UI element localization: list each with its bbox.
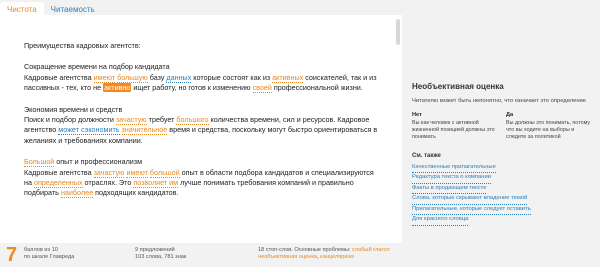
scrollbar[interactable] — [396, 19, 400, 45]
text-stats: 9 предложений 103 слова, 781 знак — [135, 247, 187, 260]
highlight-word[interactable]: Большой — [24, 157, 55, 168]
highlight-word[interactable]: зачастую — [93, 167, 125, 178]
highlight-word[interactable]: зачастую — [115, 115, 147, 126]
text-title: Преимущества кадровых агентств: — [24, 41, 141, 50]
see-also-link[interactable]: Для красного словца — [412, 215, 469, 227]
text-line: желаниях и требованиях компании. — [24, 135, 143, 145]
examples: Нет Вы как человек с активной жизненной … — [412, 112, 592, 141]
text-line: агентство может сэкономить значительное … — [24, 125, 378, 136]
example-yes: Да Вы должны это понимать, потому что вы… — [506, 111, 591, 140]
problem-link[interactable]: необъективная оценка — [258, 254, 317, 260]
highlight-word[interactable]: большую — [117, 72, 148, 83]
highlight-word[interactable]: может сэкономить — [58, 125, 120, 136]
text-line: Кадровые агентства имеют большую базу да… — [24, 72, 377, 83]
highlight-word[interactable]: активных — [272, 72, 304, 83]
stats-footer: 7 баллов из 10 по шкале Главреда 9 предл… — [0, 243, 402, 267]
highlight-word[interactable]: наиболее — [60, 188, 94, 199]
highlight-word[interactable]: значительное — [121, 125, 168, 136]
see-also-link[interactable]: Качественные прилагательные — [412, 163, 496, 174]
highlight-word[interactable]: позволяет им — [133, 178, 179, 189]
see-also-link[interactable]: Факты в продающем тексте — [412, 184, 487, 195]
text-line: пассивных - тех, кто не активно ищет раб… — [24, 83, 363, 94]
panel-description: Читателю может быть непонятно, что означ… — [412, 98, 586, 104]
score-label: баллов из 10 по шкале Главреда — [24, 247, 75, 260]
highlight-word[interactable]: данных — [166, 72, 192, 83]
highlight-word[interactable]: своей — [252, 83, 272, 94]
paragraph-heading: Сокращение времени на подбор кандидата — [24, 62, 170, 72]
see-also-link[interactable]: Слова, которые скрывают владение темой — [412, 194, 528, 205]
explanation-panel: Необъективная оценка Читателю может быть… — [412, 82, 592, 227]
see-also-link[interactable]: Прилагательные, которые следует оставить — [412, 205, 531, 216]
highlight-word[interactable]: имеют — [126, 167, 148, 178]
text-line: подбирать наиболее подходящих кандидатов… — [24, 188, 179, 199]
problem-link[interactable]: слабый глагол — [352, 247, 390, 253]
editor-text: Преимущества кадровых агентств: Сокращен… — [24, 41, 380, 199]
problem-link[interactable]: канцеляризм — [320, 254, 354, 260]
highlight-word[interactable]: большой — [149, 167, 180, 178]
text-line: Поиск и подбор должности зачастую требуе… — [24, 115, 370, 126]
example-no: Нет Вы как человек с активной жизненной … — [412, 111, 495, 140]
problems-summary: 18 стоп-слов. Основные проблемы: слабый … — [258, 247, 390, 260]
highlight-word[interactable]: большого — [176, 115, 209, 126]
see-also-heading: См. также — [412, 152, 441, 159]
see-also-link[interactable]: Редактура текста о компании — [412, 173, 491, 184]
text-line: Кадровые агентства зачастую имеют большо… — [24, 167, 374, 178]
paragraph-heading: Большой опыт и профессионализм — [24, 157, 143, 168]
selected-highlight-word[interactable]: активно — [103, 83, 132, 93]
highlight-word[interactable]: имеют — [93, 72, 116, 83]
score-value: 7 — [6, 244, 18, 266]
text-line: на определенных отраслях. Это позволяет … — [24, 178, 354, 189]
highlight-word[interactable]: определенных — [33, 178, 83, 189]
see-also-links: Качественные прилагательные Редактура те… — [412, 163, 592, 227]
panel-title: Необъективная оценка — [412, 82, 504, 91]
paragraph-heading: Экономия времени и средств — [24, 104, 123, 114]
text-editor[interactable]: Преимущества кадровых агентств: Сокращен… — [0, 15, 402, 243]
